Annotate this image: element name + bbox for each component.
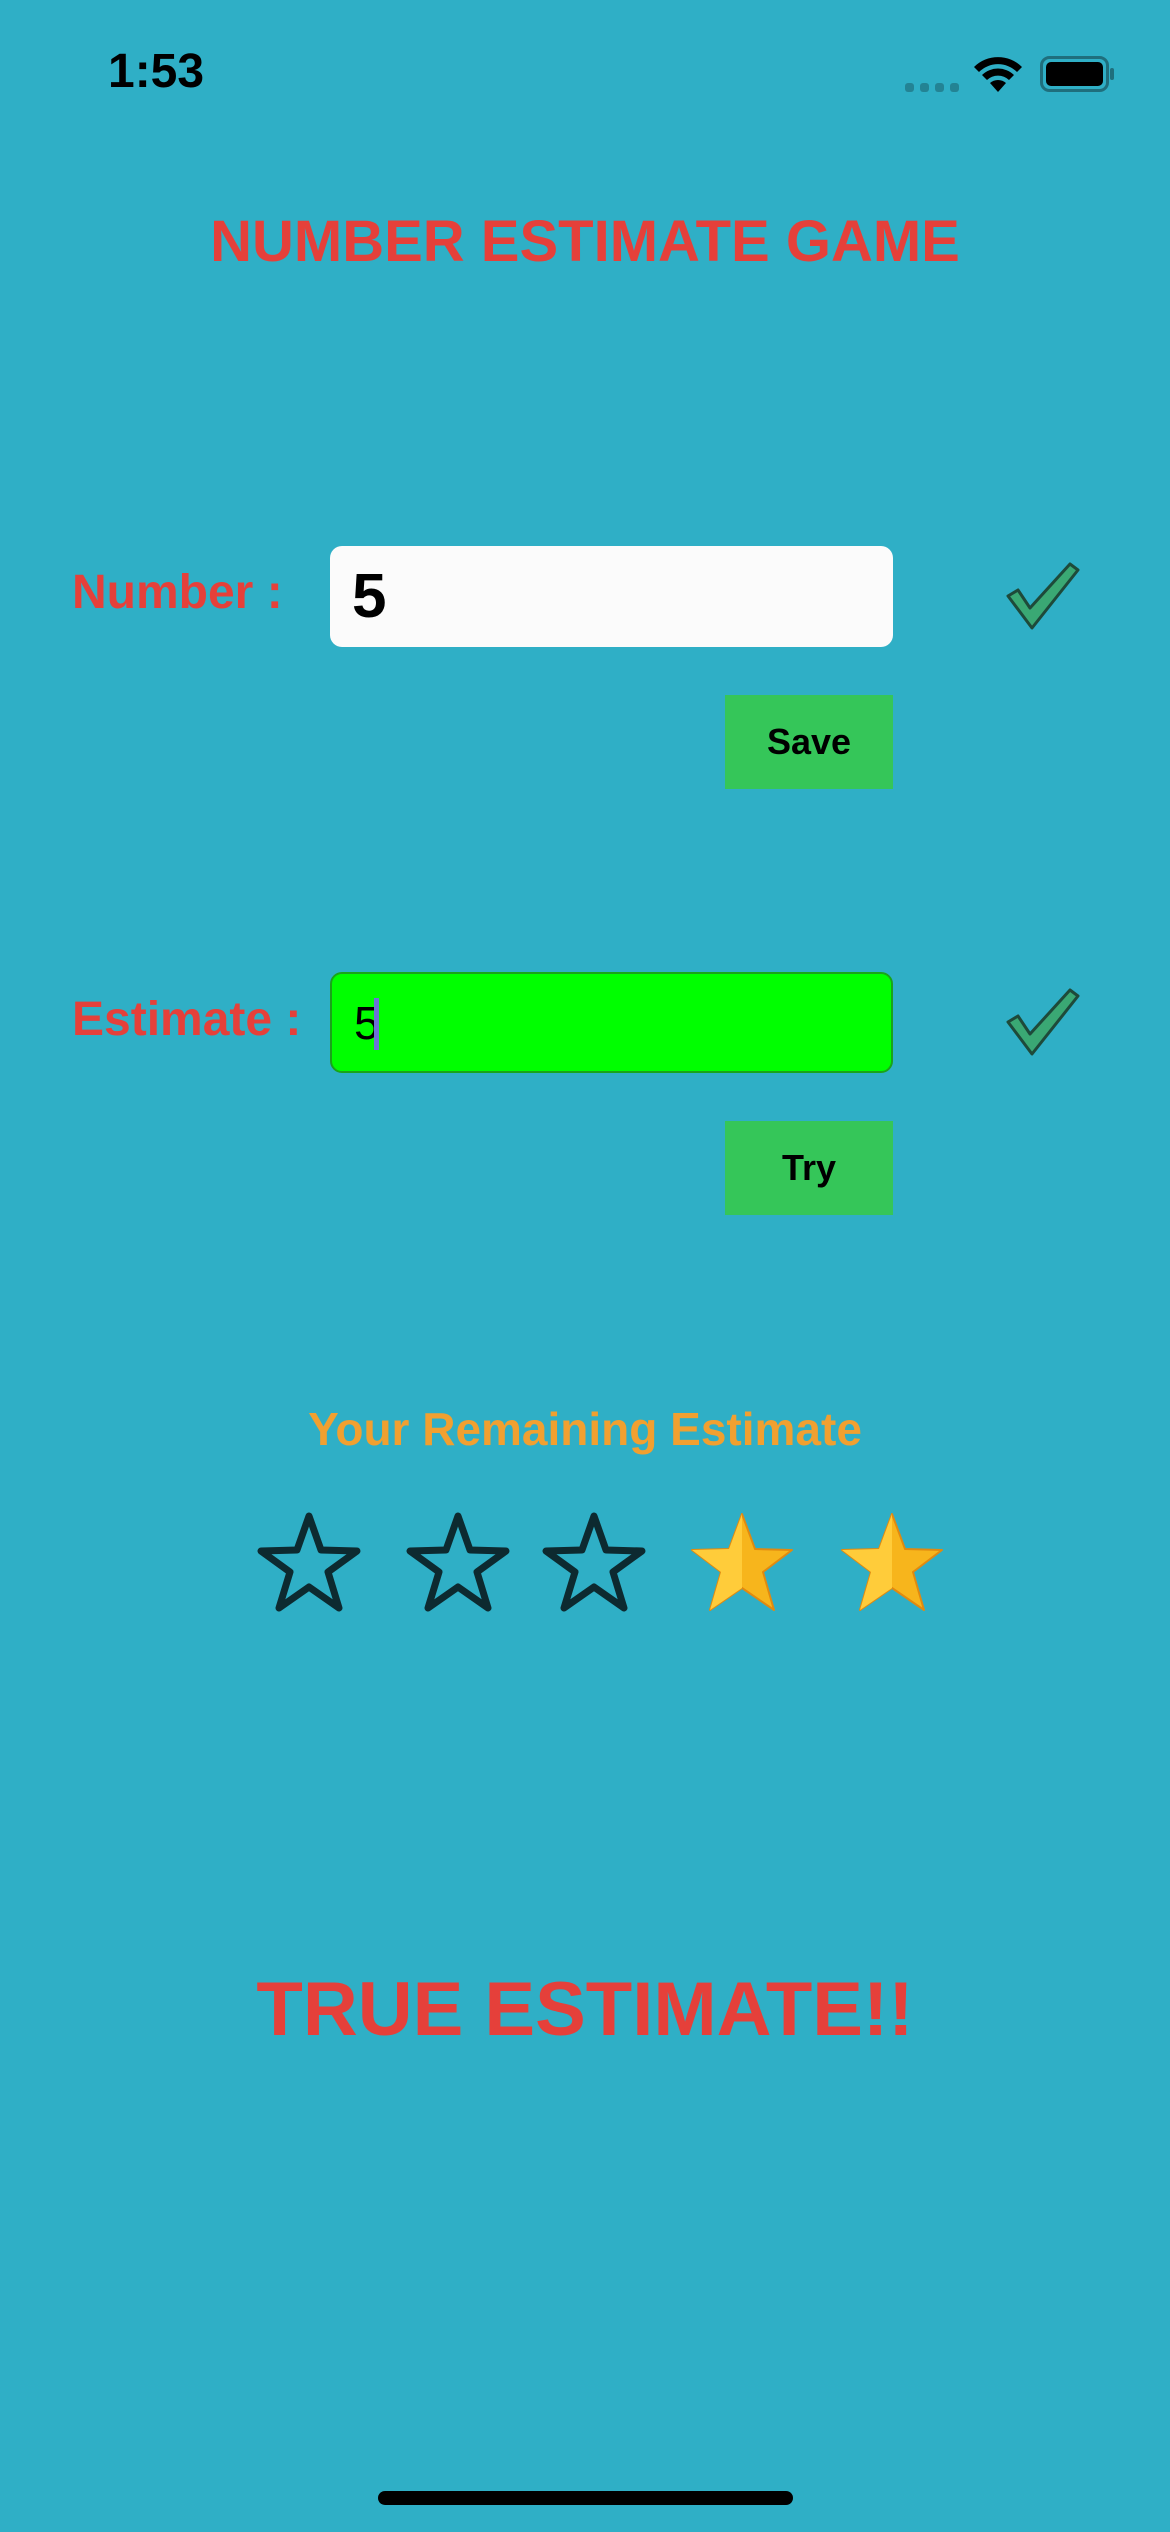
remaining-estimate-label: Your Remaining Estimate	[308, 1403, 862, 1455]
star-empty-icon	[257, 1512, 361, 1612]
number-label: Number :	[72, 566, 283, 619]
battery-icon	[1040, 56, 1114, 92]
wifi-icon	[974, 57, 1022, 92]
result-message: TRUE ESTIMATE!!	[256, 1967, 914, 2052]
star-filled-icon	[841, 1513, 943, 1611]
status-time: 1:53	[108, 45, 205, 98]
save-button[interactable]: Save	[725, 695, 893, 789]
checkmark-icon	[1006, 988, 1080, 1056]
text-cursor	[374, 998, 379, 1050]
star-empty-icon	[406, 1512, 510, 1612]
try-button[interactable]: Try	[725, 1121, 893, 1215]
signal-icon	[905, 80, 960, 92]
remaining-stars	[0, 1510, 1170, 1620]
star-empty-icon	[542, 1512, 646, 1612]
checkmark-icon	[1006, 562, 1080, 630]
number-input[interactable]	[330, 546, 893, 647]
home-indicator[interactable]	[378, 2491, 793, 2505]
estimate-input[interactable]	[330, 972, 893, 1073]
star-filled-icon	[691, 1513, 793, 1611]
estimate-label: Estimate :	[72, 993, 302, 1046]
page-title: NUMBER ESTIMATE GAME	[210, 209, 960, 274]
